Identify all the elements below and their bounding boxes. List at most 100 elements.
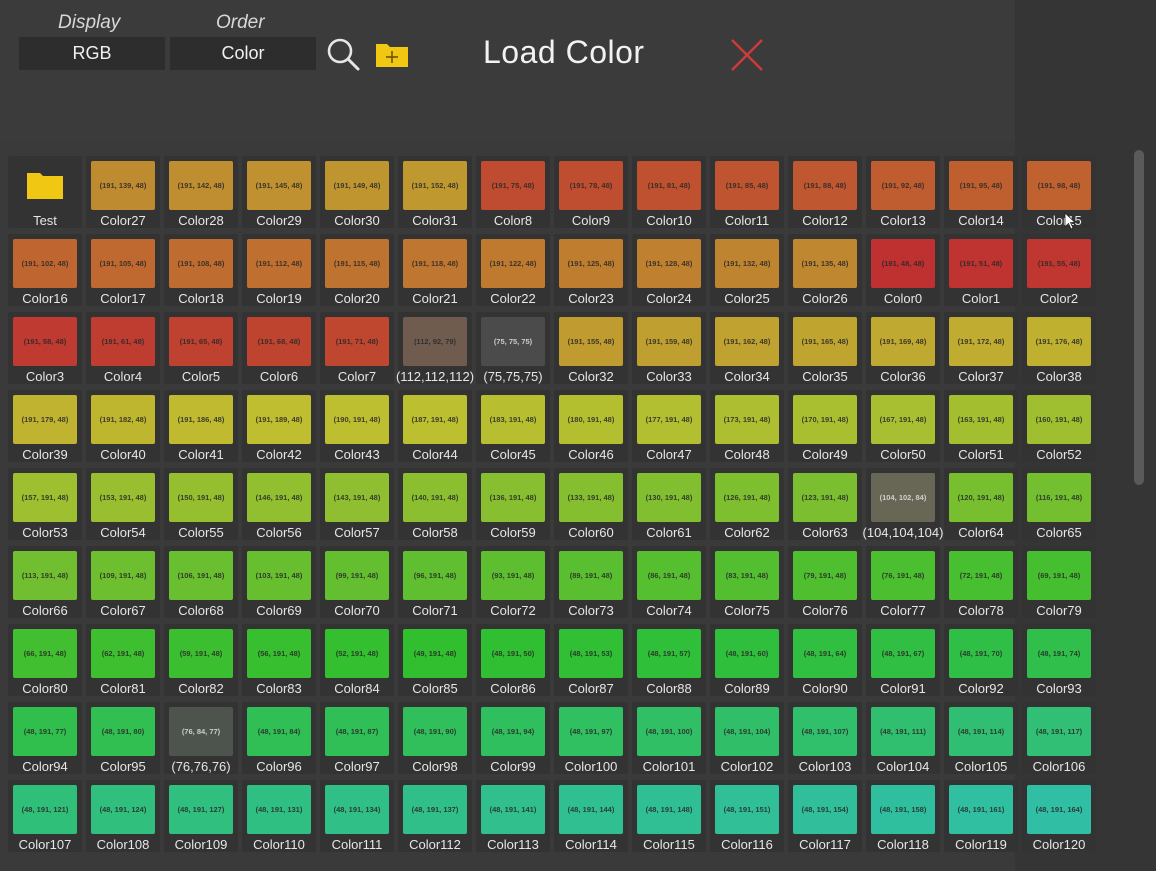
- color-item[interactable]: (191, 172, 48) Color37: [944, 312, 1018, 384]
- color-item[interactable]: (191, 186, 48) Color41: [164, 390, 238, 462]
- color-item[interactable]: (136, 191, 48) Color59: [476, 468, 550, 540]
- color-item[interactable]: (191, 92, 48) Color13: [866, 156, 940, 228]
- color-item[interactable]: (48, 191, 117) Color106: [1022, 702, 1096, 774]
- color-item[interactable]: (48, 191, 127) Color109: [164, 780, 238, 852]
- color-item[interactable]: (48, 191, 158) Color118: [866, 780, 940, 852]
- color-item[interactable]: (62, 191, 48) Color81: [86, 624, 160, 696]
- color-item[interactable]: (191, 128, 48) Color24: [632, 234, 706, 306]
- color-item[interactable]: (76, 191, 48) Color77: [866, 546, 940, 618]
- color-item[interactable]: (183, 191, 48) Color45: [476, 390, 550, 462]
- color-item[interactable]: (48, 191, 124) Color108: [86, 780, 160, 852]
- color-item[interactable]: (191, 155, 48) Color32: [554, 312, 628, 384]
- color-item[interactable]: (48, 191, 131) Color110: [242, 780, 316, 852]
- color-item[interactable]: (48, 191, 104) Color102: [710, 702, 784, 774]
- color-item[interactable]: (191, 98, 48) Color15: [1022, 156, 1096, 228]
- close-icon[interactable]: [729, 37, 765, 73]
- color-item[interactable]: (140, 191, 48) Color58: [398, 468, 472, 540]
- color-item[interactable]: (191, 78, 48) Color9: [554, 156, 628, 228]
- color-item[interactable]: (48, 191, 114) Color105: [944, 702, 1018, 774]
- color-item[interactable]: (191, 48, 48) Color0: [866, 234, 940, 306]
- color-item[interactable]: (59, 191, 48) Color82: [164, 624, 238, 696]
- color-item[interactable]: (191, 71, 48) Color7: [320, 312, 394, 384]
- color-item[interactable]: (48, 191, 50) Color86: [476, 624, 550, 696]
- color-item[interactable]: (191, 112, 48) Color19: [242, 234, 316, 306]
- color-item[interactable]: (191, 61, 48) Color4: [86, 312, 160, 384]
- color-item[interactable]: (191, 65, 48) Color5: [164, 312, 238, 384]
- color-item[interactable]: (48, 191, 90) Color98: [398, 702, 472, 774]
- color-item[interactable]: (99, 191, 48) Color70: [320, 546, 394, 618]
- color-item[interactable]: (106, 191, 48) Color68: [164, 546, 238, 618]
- scrollbar[interactable]: [1134, 150, 1144, 485]
- color-item[interactable]: (56, 191, 48) Color83: [242, 624, 316, 696]
- color-item[interactable]: (103, 191, 48) Color69: [242, 546, 316, 618]
- color-item[interactable]: (167, 191, 48) Color50: [866, 390, 940, 462]
- color-item[interactable]: (113, 191, 48) Color66: [8, 546, 82, 618]
- color-item[interactable]: (163, 191, 48) Color51: [944, 390, 1018, 462]
- color-item[interactable]: (191, 149, 48) Color30: [320, 156, 394, 228]
- color-item[interactable]: (116, 191, 48) Color65: [1022, 468, 1096, 540]
- color-item[interactable]: (48, 191, 87) Color97: [320, 702, 394, 774]
- color-item[interactable]: (123, 191, 48) Color63: [788, 468, 862, 540]
- color-item[interactable]: (112, 92, 79) (112,112,112): [396, 312, 474, 384]
- color-item[interactable]: (48, 191, 111) Color104: [866, 702, 940, 774]
- color-item[interactable]: (48, 191, 134) Color111: [320, 780, 394, 852]
- color-item[interactable]: (48, 191, 84) Color96: [242, 702, 316, 774]
- color-item[interactable]: (104, 102, 84) (104,104,104): [863, 468, 943, 540]
- color-item[interactable]: (48, 191, 154) Color117: [788, 780, 862, 852]
- color-item[interactable]: (191, 132, 48) Color25: [710, 234, 784, 306]
- color-item[interactable]: (48, 191, 97) Color100: [554, 702, 628, 774]
- color-item[interactable]: (89, 191, 48) Color73: [554, 546, 628, 618]
- color-item[interactable]: (191, 102, 48) Color16: [8, 234, 82, 306]
- color-item[interactable]: (191, 115, 48) Color20: [320, 234, 394, 306]
- color-item[interactable]: (191, 179, 48) Color39: [8, 390, 82, 462]
- color-item[interactable]: (48, 191, 100) Color101: [632, 702, 706, 774]
- color-item[interactable]: (190, 191, 48) Color43: [320, 390, 394, 462]
- color-item[interactable]: (191, 165, 48) Color35: [788, 312, 862, 384]
- color-item[interactable]: (48, 191, 151) Color116: [710, 780, 784, 852]
- color-item[interactable]: (48, 191, 70) Color92: [944, 624, 1018, 696]
- color-item[interactable]: (191, 75, 48) Color8: [476, 156, 550, 228]
- color-item[interactable]: (191, 81, 48) Color10: [632, 156, 706, 228]
- color-item[interactable]: (177, 191, 48) Color47: [632, 390, 706, 462]
- color-item[interactable]: (126, 191, 48) Color62: [710, 468, 784, 540]
- color-item[interactable]: (170, 191, 48) Color49: [788, 390, 862, 462]
- color-item[interactable]: (191, 182, 48) Color40: [86, 390, 160, 462]
- color-item[interactable]: (48, 191, 121) Color107: [8, 780, 82, 852]
- color-item[interactable]: (191, 142, 48) Color28: [164, 156, 238, 228]
- color-item[interactable]: (191, 105, 48) Color17: [86, 234, 160, 306]
- color-item[interactable]: (160, 191, 48) Color52: [1022, 390, 1096, 462]
- color-item[interactable]: (133, 191, 48) Color60: [554, 468, 628, 540]
- color-item[interactable]: (48, 191, 144) Color114: [554, 780, 628, 852]
- color-item[interactable]: (93, 191, 48) Color72: [476, 546, 550, 618]
- color-item[interactable]: (49, 191, 48) Color85: [398, 624, 472, 696]
- color-item[interactable]: (191, 125, 48) Color23: [554, 234, 628, 306]
- color-item[interactable]: (191, 162, 48) Color34: [710, 312, 784, 384]
- color-item[interactable]: (48, 191, 67) Color91: [866, 624, 940, 696]
- color-item[interactable]: (52, 191, 48) Color84: [320, 624, 394, 696]
- color-item[interactable]: (48, 191, 94) Color99: [476, 702, 550, 774]
- folder-add-icon[interactable]: [375, 40, 409, 68]
- color-item[interactable]: (191, 118, 48) Color21: [398, 234, 472, 306]
- color-item[interactable]: (191, 176, 48) Color38: [1022, 312, 1096, 384]
- color-item[interactable]: (48, 191, 77) Color94: [8, 702, 82, 774]
- color-item[interactable]: (48, 191, 57) Color88: [632, 624, 706, 696]
- color-item[interactable]: (48, 191, 74) Color93: [1022, 624, 1096, 696]
- display-dropdown[interactable]: RGB: [19, 37, 165, 70]
- color-item[interactable]: (191, 88, 48) Color12: [788, 156, 862, 228]
- color-item[interactable]: (96, 191, 48) Color71: [398, 546, 472, 618]
- search-icon[interactable]: [325, 36, 361, 72]
- color-item[interactable]: (143, 191, 48) Color57: [320, 468, 394, 540]
- color-item[interactable]: (153, 191, 48) Color54: [86, 468, 160, 540]
- color-item[interactable]: (72, 191, 48) Color78: [944, 546, 1018, 618]
- color-item[interactable]: (79, 191, 48) Color76: [788, 546, 862, 618]
- color-item[interactable]: (48, 191, 161) Color119: [944, 780, 1018, 852]
- color-item[interactable]: (48, 191, 141) Color113: [476, 780, 550, 852]
- color-item[interactable]: (76, 84, 77) (76,76,76): [164, 702, 238, 774]
- color-item[interactable]: (48, 191, 64) Color90: [788, 624, 862, 696]
- color-item[interactable]: (48, 191, 107) Color103: [788, 702, 862, 774]
- color-item[interactable]: (191, 189, 48) Color42: [242, 390, 316, 462]
- color-item[interactable]: (191, 139, 48) Color27: [86, 156, 160, 228]
- folder-item[interactable]: Test: [8, 156, 82, 228]
- color-item[interactable]: (191, 135, 48) Color26: [788, 234, 862, 306]
- color-item[interactable]: (48, 191, 148) Color115: [632, 780, 706, 852]
